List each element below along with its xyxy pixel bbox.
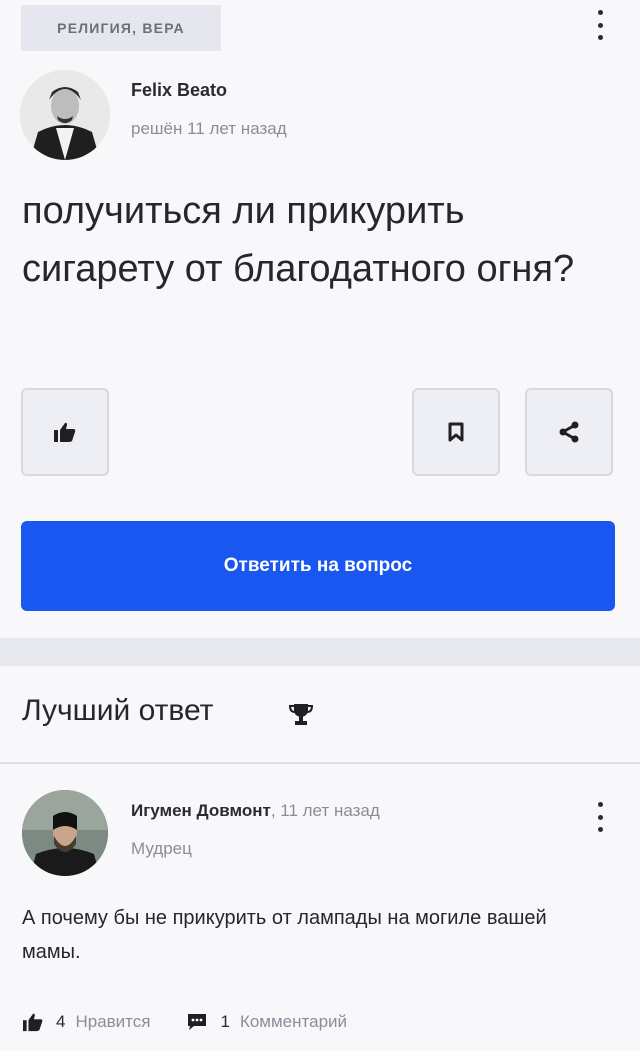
answer-author-avatar[interactable] <box>22 790 108 876</box>
like-icon <box>54 422 76 442</box>
question-title: получиться ли прикурить сигарету от благ… <box>22 190 575 290</box>
comment-icon[interactable] <box>186 1012 208 1032</box>
best-answer-title: Лучший ответ <box>22 694 214 727</box>
answer-question-button[interactable]: Ответить на вопрос <box>21 521 615 611</box>
question-status: решён 11 лет назад <box>131 119 287 138</box>
category-tag[interactable]: РЕЛИГИЯ, ВЕРА <box>21 5 221 51</box>
like-button[interactable] <box>21 388 109 476</box>
bookmark-icon <box>448 422 464 442</box>
answer-more-icon[interactable] <box>593 802 607 832</box>
answer-text: А почему бы не прикурить от лампады на м… <box>22 907 547 963</box>
comments-count: 1 <box>220 1012 230 1031</box>
question-author-name[interactable]: Felix Beato <box>131 80 227 101</box>
best-answer-card: Игумен Довмонт, 11 лет назад Мудрец А по… <box>0 764 640 1051</box>
trophy-icon <box>288 704 314 725</box>
answer-author-name[interactable]: Игумен Довмонт <box>131 801 271 820</box>
likes-label[interactable]: Нравится <box>75 1012 150 1032</box>
answer-author-rank: Мудрец <box>131 839 192 858</box>
best-answer-header: Лучший ответ <box>0 666 640 762</box>
answer-author-line: Игумен Довмонт, 11 лет назад <box>131 801 380 821</box>
question-author-avatar[interactable] <box>20 70 110 160</box>
bookmark-button[interactable] <box>412 388 500 476</box>
likes-count: 4 <box>56 1012 66 1031</box>
question-card: РЕЛИГИЯ, ВЕРА Felix Beato решён 11 лет н… <box>0 0 640 638</box>
answer-footer: 4 Нравится 1 Комментарий <box>22 1008 347 1036</box>
answer-time: , 11 лет назад <box>270 801 380 820</box>
share-button[interactable] <box>525 388 613 476</box>
answer-like-icon[interactable] <box>22 1012 44 1032</box>
share-icon <box>559 421 579 443</box>
section-divider <box>0 638 640 666</box>
question-more-icon[interactable] <box>593 10 607 40</box>
comments-label[interactable]: Комментарий <box>240 1012 347 1032</box>
